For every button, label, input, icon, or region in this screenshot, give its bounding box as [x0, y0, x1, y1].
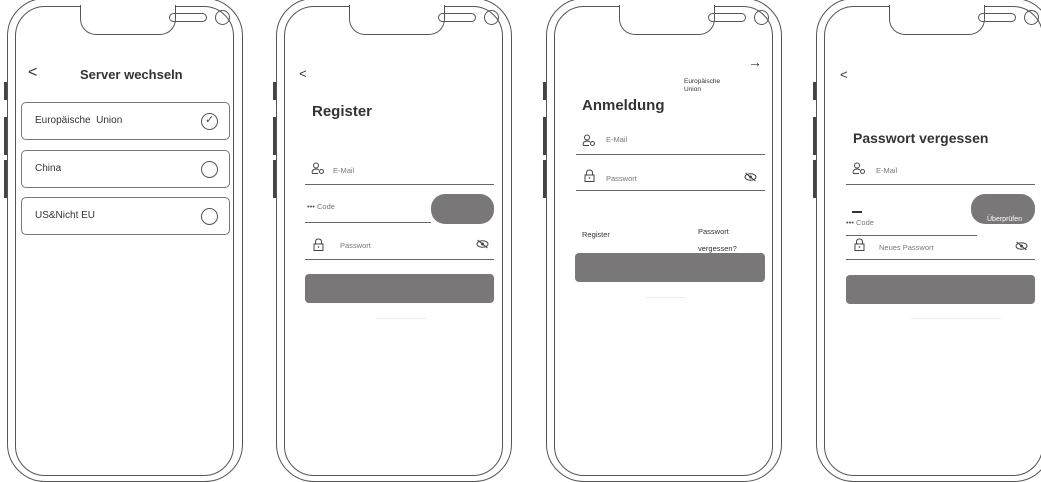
user-gear-icon [852, 162, 865, 174]
email-placeholder: E-Mail [333, 166, 355, 175]
forward-arrow-icon[interactable]: → [748, 54, 762, 70]
radio-selected[interactable]: ✓ [201, 113, 218, 130]
eye-off-icon[interactable] [476, 239, 489, 249]
camera-icon [754, 10, 769, 25]
server-option-label: Europäische Union [35, 115, 123, 126]
back-button[interactable]: < [840, 67, 848, 82]
user-gear-icon [311, 162, 324, 174]
password-placeholder: Passwort [340, 241, 371, 250]
server-option-label: US&Nicht EU [35, 210, 96, 221]
login-submit-button[interactable] [575, 253, 765, 282]
phone-notch [889, 5, 1039, 35]
phone-login: → Europäische Union Anmeldung E-Mail Pas… [543, 0, 784, 482]
server-option-label: China [35, 163, 62, 174]
dots-icon: ••• [846, 218, 854, 227]
server-option-eu[interactable]: Europäische Union ✓ [21, 102, 230, 140]
email-placeholder: E-Mail [876, 166, 898, 175]
register-link[interactable]: Register [582, 230, 610, 239]
server-region-link[interactable]: Europäische Union [684, 78, 720, 94]
new-password-placeholder: Neues Passwort [879, 243, 934, 252]
phone-screen [554, 5, 773, 476]
code-placeholder: ••• Code [307, 202, 335, 211]
server-option-china[interactable]: China [21, 150, 230, 188]
email-field[interactable]: E-Mail [846, 158, 1035, 185]
page-title: Register [312, 103, 373, 120]
verify-button[interactable]: Überprüfen [971, 194, 1035, 224]
email-field[interactable]: E-Mail [305, 158, 494, 185]
phone-server-select: < Server wechseln Europäische Union ✓ Ch… [4, 0, 245, 482]
page-title: Anmeldung [582, 97, 665, 114]
dots-icon: ••• [307, 202, 315, 211]
code-placeholder: ••• Code [846, 218, 874, 227]
camera-icon [1024, 10, 1039, 25]
camera-icon [215, 10, 230, 25]
register-submit-button[interactable] [305, 274, 494, 303]
page-title: Server wechseln [80, 67, 183, 82]
radio-unselected[interactable] [201, 208, 218, 225]
lock-icon [584, 169, 595, 182]
speaker-icon [708, 13, 746, 22]
send-code-button[interactable] [431, 194, 494, 224]
radio-unselected[interactable] [201, 161, 218, 178]
email-placeholder: E-Mail [606, 135, 628, 144]
speaker-icon [438, 13, 476, 22]
forgot-password-label: Passwort [698, 227, 729, 236]
new-password-field[interactable]: Neues Passwort [846, 235, 1035, 260]
phone-forgot-password: < Passwort vergessen E-Mail ••• Code Übe… [813, 0, 1041, 482]
phone-notch [80, 5, 230, 35]
server-option-us-non-eu[interactable]: US&Nicht EU [21, 197, 230, 235]
region-label: Europäische [684, 78, 721, 85]
verify-button-label: Überprüfen [987, 216, 1023, 223]
user-gear-icon [582, 134, 595, 146]
forgot-password-link[interactable]: Passwort vergessen? [698, 223, 737, 257]
password-placeholder: Passwort [606, 174, 637, 183]
camera-icon [484, 10, 499, 25]
code-field[interactable]: ••• Code [846, 211, 977, 236]
lock-icon [313, 238, 324, 251]
divider [646, 297, 686, 298]
back-button[interactable]: < [299, 66, 307, 81]
password-field[interactable]: Passwort [305, 233, 494, 260]
password-field[interactable]: Passwort [576, 164, 765, 191]
reset-submit-button[interactable] [846, 275, 1035, 304]
lock-icon [854, 238, 865, 251]
email-field[interactable]: E-Mail [576, 128, 765, 155]
region-label: Union [684, 86, 701, 93]
phone-register: < Register E-Mail ••• Code Passwort [273, 0, 514, 482]
divider [911, 318, 1001, 319]
phone-notch [349, 5, 499, 35]
code-field[interactable]: ••• Code [305, 196, 431, 223]
phone-notch [619, 5, 769, 35]
page-title: Passwort vergessen [853, 130, 989, 146]
speaker-icon [978, 13, 1016, 22]
speaker-icon [169, 13, 207, 22]
check-icon: ✓ [205, 114, 215, 126]
divider [376, 318, 426, 319]
eye-off-icon[interactable] [744, 172, 757, 182]
eye-off-icon[interactable] [1015, 241, 1028, 251]
back-button[interactable]: < [28, 64, 37, 82]
